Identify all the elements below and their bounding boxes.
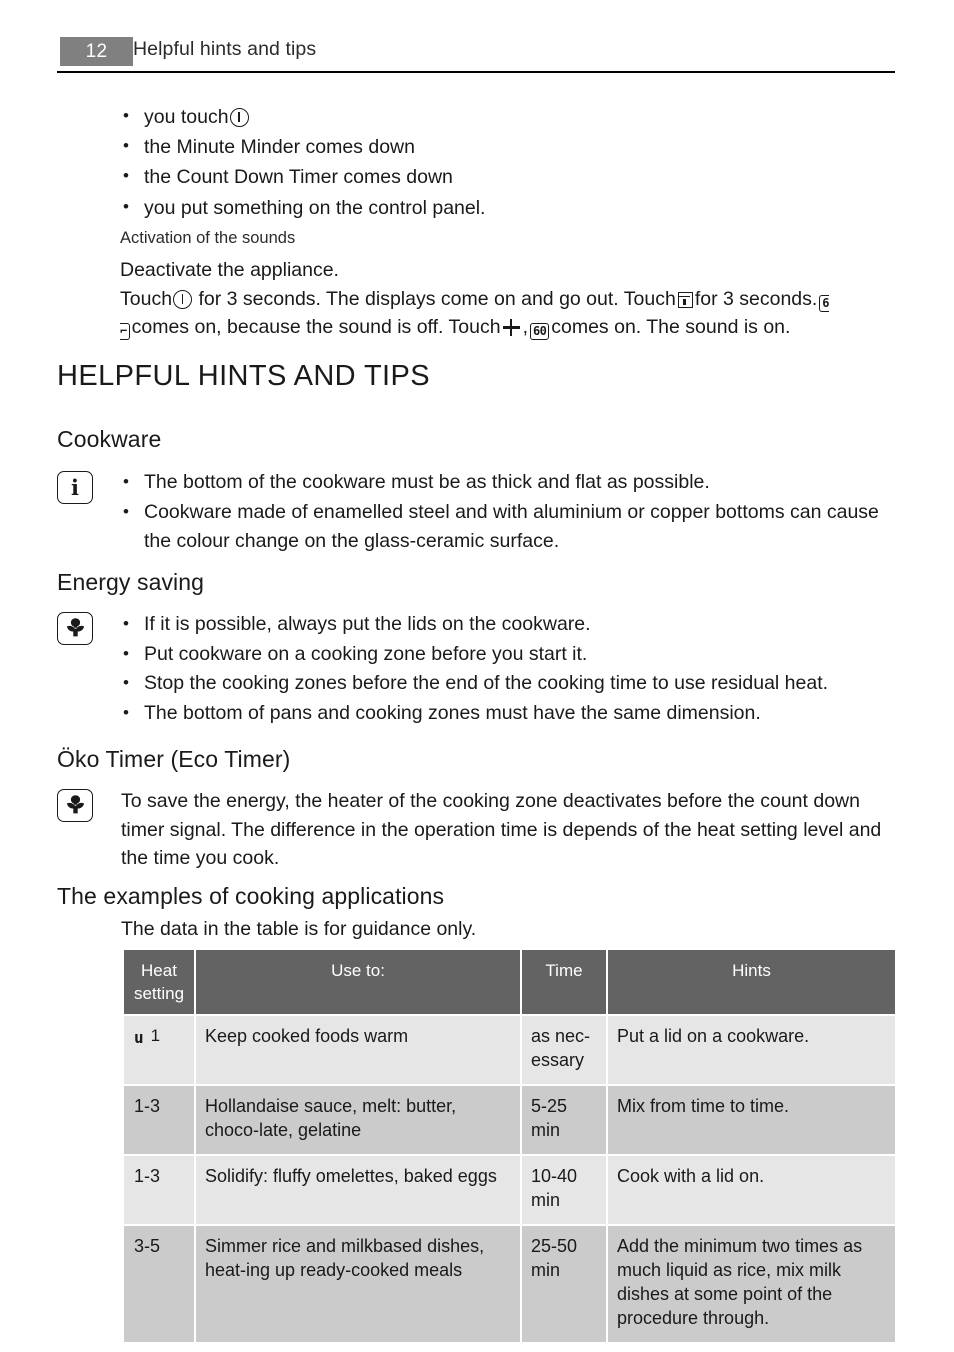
- column-header-heat-setting: Heat setting: [124, 950, 194, 1014]
- section-heading-cooking-examples: The examples of cooking applications: [57, 883, 445, 909]
- column-header-hints: Hints: [608, 950, 895, 1014]
- table-intro-text: The data in the table is for guidance on…: [121, 918, 477, 940]
- cell-heat-setting: 3-5: [124, 1226, 194, 1342]
- sound-on-display-icon: 60: [530, 323, 550, 340]
- page-header: 12 Helpful hints and tips: [0, 0, 954, 73]
- eco-flower-icon: [57, 789, 93, 822]
- cell-hints: Cook with a lid on.: [608, 1156, 895, 1224]
- cell-heat-setting: 1-3: [124, 1156, 194, 1224]
- cell-use-to: Hollandaise sauce, melt: butter, choco-l…: [196, 1086, 520, 1154]
- energy-saving-bullet-list: If it is possible, always put the lids o…: [120, 609, 902, 729]
- list-item: you touch: [120, 101, 900, 132]
- cell-heat-setting: 1-3: [124, 1086, 194, 1154]
- info-icon-glyph: i: [71, 475, 79, 500]
- info-icon: i: [57, 471, 93, 504]
- touch-text-1: Touch: [120, 287, 173, 310]
- plus-icon: [502, 319, 520, 336]
- section-heading-cookware: Cookware: [57, 426, 162, 452]
- list-item: you put something on the control panel.: [120, 192, 900, 223]
- cell-time: 10-40 min: [522, 1156, 606, 1224]
- activation-instructions: Deactivate the appliance. Touch for 3 se…: [120, 256, 902, 342]
- cooking-applications-table: Heat setting Use to: Time Hints u1 Keep …: [122, 948, 897, 1344]
- activation-of-sounds-caption: Activation of the sounds: [120, 229, 296, 247]
- table-row: 1-3 Hollandaise sauce, melt: butter, cho…: [124, 1086, 895, 1154]
- list-item: the Minute Minder comes down: [120, 131, 900, 162]
- intro-bullet-list: you touch the Minute Minder comes down t…: [120, 101, 900, 223]
- list-item: the Count Down Timer comes down: [120, 161, 900, 192]
- table-header-row: Heat setting Use to: Time Hints: [124, 950, 895, 1014]
- section-heading-oko-timer: Öko Timer (Eco Timer): [57, 746, 291, 772]
- cell-heat-setting: u1: [124, 1016, 194, 1084]
- header-divider: [57, 71, 895, 73]
- cell-hints: Mix from time to time.: [608, 1086, 895, 1154]
- power-icon: [229, 108, 249, 127]
- eco-flower-icon-glyph: [66, 618, 85, 637]
- table-row: u1 Keep cooked foods warm as nec-essary …: [124, 1016, 895, 1084]
- column-header-time: Time: [522, 950, 606, 1014]
- count-down-timer-icon: [677, 291, 693, 308]
- cell-use-to: Keep cooked foods warm: [196, 1016, 520, 1084]
- page-title: HELPFUL HINTS AND TIPS: [57, 360, 430, 392]
- cell-heat-value: 1: [150, 1026, 161, 1045]
- list-item: Stop the cooking zones before the end of…: [120, 668, 902, 699]
- oko-timer-paragraph: To save the energy, the heater of the co…: [121, 790, 882, 869]
- touch-text-3: for 3 seconds.: [694, 287, 818, 310]
- table-row: 3-5 Simmer rice and milkbased dishes, he…: [124, 1226, 895, 1342]
- power-icon: [173, 289, 193, 309]
- eco-flower-icon-glyph: [66, 795, 85, 814]
- page-number-badge: 12: [60, 37, 133, 66]
- page-header-title: Helpful hints and tips: [133, 38, 317, 60]
- eco-flower-icon: [57, 612, 93, 645]
- section-heading-energy-saving: Energy saving: [57, 569, 205, 595]
- touch-text-2: for 3 seconds. The displays come on and …: [198, 287, 676, 310]
- keep-warm-symbol: u: [134, 1028, 144, 1047]
- list-item: The bottom of pans and cooking zones mus…: [120, 698, 902, 729]
- list-item: Put cookware on a cooking zone before yo…: [120, 639, 902, 670]
- deactivate-line: Deactivate the appliance.: [120, 259, 339, 281]
- touch-text-5: ,: [522, 316, 528, 338]
- touch-text-4: comes on, because the sound is off. Touc…: [131, 316, 501, 338]
- list-item: The bottom of the cookware must be as th…: [120, 467, 902, 498]
- cell-time: as nec-essary: [522, 1016, 606, 1084]
- cell-use-to: Solidify: fluffy omelettes, baked eggs: [196, 1156, 520, 1224]
- column-header-use-to: Use to:: [196, 950, 520, 1014]
- list-item-label: you touch: [144, 106, 229, 128]
- touch-text-6: comes on. The sound is on.: [551, 316, 791, 338]
- cell-time: 25-50 min: [522, 1226, 606, 1342]
- list-item: Cookware made of enamelled steel and wit…: [120, 497, 902, 557]
- cookware-bullet-list: The bottom of the cookware must be as th…: [120, 467, 902, 557]
- cell-hints: Put a lid on a cookware.: [608, 1016, 895, 1084]
- cell-time: 5-25 min: [522, 1086, 606, 1154]
- cell-use-to: Simmer rice and milkbased dishes, heat-i…: [196, 1226, 520, 1342]
- table-row: 1-3 Solidify: fluffy omelettes, baked eg…: [124, 1156, 895, 1224]
- cell-hints: Add the minimum two times as much liquid…: [608, 1226, 895, 1342]
- list-item: If it is possible, always put the lids o…: [120, 609, 902, 640]
